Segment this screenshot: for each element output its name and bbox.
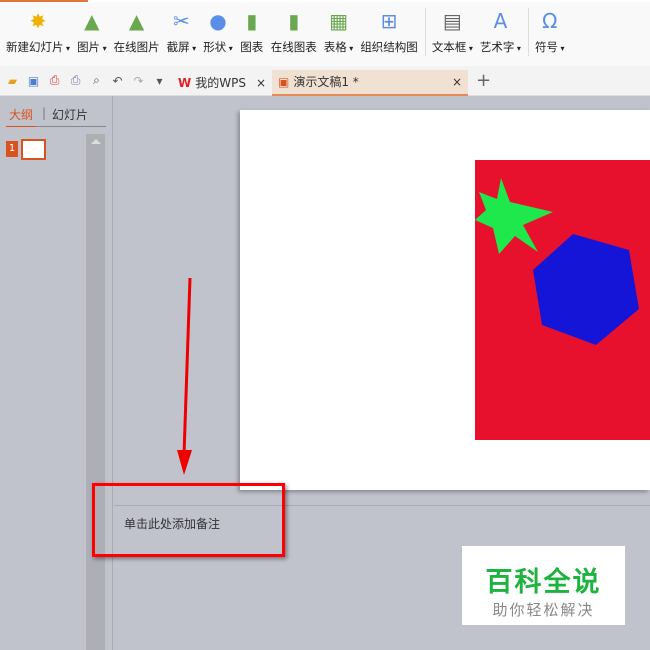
picture-button[interactable]: ▲ 图片 ▾ [77, 2, 107, 55]
print-icon[interactable]: ⎙ [67, 73, 84, 88]
symbol-button[interactable]: Ω 符号 ▾ [535, 2, 565, 55]
slide-canvas[interactable] [240, 110, 650, 490]
shapes-button[interactable]: ● 形状 ▾ [203, 2, 233, 55]
new-tab-button[interactable]: + [476, 70, 491, 91]
dropdown-arrow-icon[interactable]: ▾ [514, 44, 521, 53]
tab-outline[interactable]: 大纲 [9, 106, 33, 123]
watermark-title: 百科全说 [485, 567, 602, 598]
picture-icon: ▲ [84, 9, 100, 33]
table-button[interactable]: ▦ 表格 ▾ [324, 2, 354, 55]
online-chart-icon: ▮ [288, 9, 300, 33]
online-picture-button[interactable]: ▲ 在线图片 [114, 2, 160, 55]
print-preview-icon[interactable]: ⌕ [88, 73, 105, 88]
slide-shapes [475, 160, 650, 440]
org-chart-icon: ⊞ [380, 9, 398, 33]
slide-number: 1 [6, 141, 18, 157]
tab-separator: | [42, 106, 47, 120]
online-chart-button[interactable]: ▮ 在线图表 [271, 2, 317, 55]
presentation-icon: ▣ [278, 74, 290, 89]
watermark-subtitle: 助你轻松解决 [492, 601, 595, 619]
close-tab-icon[interactable]: × [256, 76, 266, 90]
dropdown-arrow-icon[interactable]: ▾ [226, 44, 233, 53]
annotation-highlight-box [92, 483, 285, 557]
chart-button[interactable]: ▮ 图表 [240, 2, 264, 55]
customize-dropdown-icon[interactable]: ▾ [151, 74, 168, 88]
shapes-icon: ● [209, 9, 227, 33]
save-icon[interactable]: ▣ [25, 74, 42, 88]
divider [424, 8, 426, 56]
dropdown-arrow-icon[interactable]: ▾ [466, 44, 473, 53]
tab-my-wps[interactable]: W 我的WPS × [172, 70, 272, 96]
tab-slides[interactable]: 幻灯片 [52, 106, 88, 123]
redo-icon[interactable]: ↷ [130, 74, 147, 88]
dropdown-arrow-icon[interactable]: ▾ [347, 44, 353, 53]
ribbon-insert: ✸ 新建幻灯片 ▾ ▲ 图片 ▾ ▲ 在线图片 ✂ 截屏 ▾ ● 形状 ▾ ▮ 图表 ▮ 在线… [0, 2, 650, 66]
scroll-up-icon[interactable] [90, 139, 101, 144]
slide-thumbnail[interactable] [21, 139, 46, 160]
online-picture-icon: ▲ [128, 9, 145, 33]
annotation-arrow [177, 277, 192, 475]
table-icon: ▦ [329, 9, 348, 33]
textbox-button[interactable]: ▤ 文本框 ▾ [432, 2, 473, 55]
tab-document[interactable]: ▣ 演示文稿1 * × [272, 69, 468, 96]
screenshot-icon: ✂ [173, 9, 190, 33]
close-tab-icon[interactable]: × [452, 75, 462, 89]
screenshot-button[interactable]: ✂ 截屏 ▾ [167, 2, 197, 55]
dropdown-arrow-icon[interactable]: ▾ [558, 44, 564, 53]
slide-panel: 大纲 | 幻灯片 1 [0, 96, 113, 650]
textbox-icon: ▤ [442, 9, 462, 33]
wordart-icon: A [493, 9, 508, 33]
new-slide-icon: ✸ [29, 9, 47, 33]
org-chart-button[interactable]: ⊞ 组织结构图 [360, 2, 418, 55]
scrollbar[interactable] [86, 134, 105, 650]
dropdown-arrow-icon[interactable]: ▾ [100, 44, 107, 53]
chart-icon: ▮ [246, 9, 258, 33]
dropdown-arrow-icon[interactable]: ▾ [190, 44, 196, 53]
undo-icon[interactable]: ↶ [109, 74, 126, 88]
wps-logo-icon: W [178, 75, 192, 90]
watermark: 百科全说 助你轻松解决 [462, 546, 625, 625]
dropdown-arrow-icon[interactable]: ▾ [64, 44, 70, 53]
tab-bar: ▰ ▣ ⎙ ⎙ ⌕ ↶ ↷ ▾ W 我的WPS × ▣ 演示文稿1 * × + [0, 66, 650, 96]
open-icon[interactable]: ▰ [4, 74, 21, 88]
panel-tab-underline [6, 126, 106, 127]
wordart-button[interactable]: A 艺术字 ▾ [480, 2, 521, 55]
export-pdf-icon[interactable]: ⎙ [46, 73, 63, 88]
symbol-icon: Ω [542, 9, 558, 33]
new-slide-button[interactable]: ✸ 新建幻灯片 ▾ [6, 2, 70, 55]
divider [527, 8, 529, 56]
